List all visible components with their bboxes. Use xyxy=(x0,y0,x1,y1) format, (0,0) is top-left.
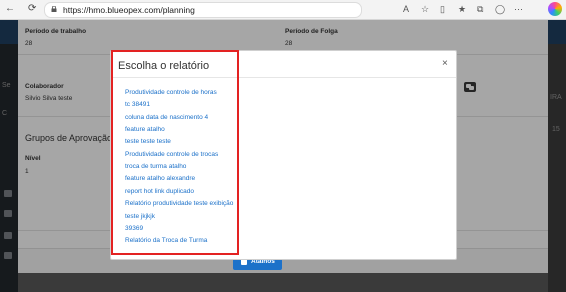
report-link[interactable]: feature atalho xyxy=(125,126,165,134)
read-aloud-icon[interactable]: A xyxy=(403,4,409,14)
lock-icon xyxy=(51,6,57,12)
report-chooser-modal: Escolha o relatório × Produtividade cont… xyxy=(110,50,457,260)
favorite-icon[interactable]: ☆ xyxy=(421,4,429,14)
report-link[interactable]: troca de turma atalho xyxy=(125,163,186,171)
report-chooser-header: Escolha o relatório × xyxy=(111,51,456,78)
report-link[interactable]: teste teste teste xyxy=(125,138,171,146)
report-link[interactable]: report hot link duplicado xyxy=(125,188,194,196)
report-link[interactable]: Relatório produtividade teste exibição xyxy=(125,200,233,208)
split-screen-icon[interactable]: ▯ xyxy=(440,4,445,14)
copilot-icon[interactable] xyxy=(548,2,562,16)
report-link[interactable]: 39369 xyxy=(125,225,143,233)
refresh-icon[interactable]: ⟳ xyxy=(28,3,36,15)
more-icon[interactable]: ⋯ xyxy=(514,4,523,14)
close-icon[interactable]: × xyxy=(442,59,448,69)
report-link[interactable]: Relatório da Troca de Turma xyxy=(125,237,207,245)
report-chooser-title: Escolha o relatório xyxy=(118,60,210,72)
account-icon[interactable]: ◯ xyxy=(495,4,505,14)
report-link[interactable]: tc 38491 xyxy=(125,101,150,109)
browser-toolbar: ← ⟳ https://hmo.blueopex.com/planning A … xyxy=(0,0,566,20)
collections-icon[interactable]: ⧉ xyxy=(477,4,483,14)
report-link[interactable]: coluna data de nascimento 4 xyxy=(125,114,208,122)
back-icon[interactable]: ← xyxy=(5,3,15,15)
report-link[interactable]: Produtividade controle de trocas xyxy=(125,151,218,159)
address-bar[interactable]: https://hmo.blueopex.com/planning xyxy=(44,2,362,18)
report-link[interactable]: Produtividade controle de horas xyxy=(125,89,217,97)
report-link[interactable]: teste jkjkjk xyxy=(125,213,155,221)
report-link[interactable]: feature atalho alexandre xyxy=(125,175,195,183)
url-text: https://hmo.blueopex.com/planning xyxy=(63,5,195,15)
favorites-icon[interactable]: ★ xyxy=(458,4,466,14)
